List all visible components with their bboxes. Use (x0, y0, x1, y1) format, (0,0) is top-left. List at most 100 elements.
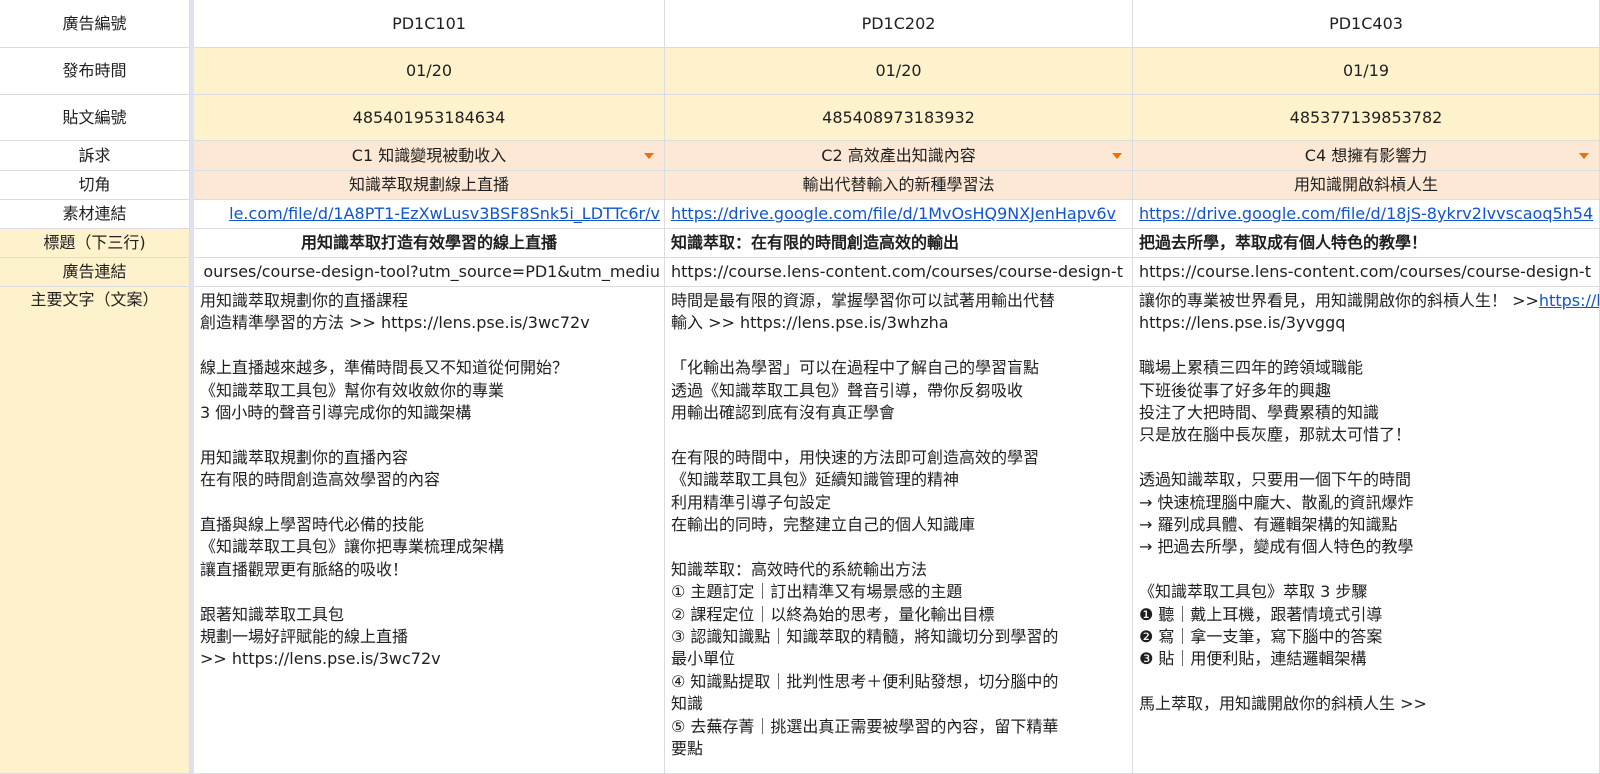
main-text-line (671, 335, 1058, 357)
row-label-ad-link[interactable]: 廣告連結 (0, 258, 190, 287)
main-text-line (671, 536, 1058, 558)
main-text-line: ⑤ 去蕪存菁｜挑選出真正需要被學習的內容，留下精華 (671, 716, 1059, 736)
angle-cell[interactable]: 用知識開啟斜槓人生 (1133, 171, 1600, 200)
main-text-line: >> https://lens.pse.is/3wc72v (200, 649, 441, 669)
row-label-angle[interactable]: 切角 (0, 171, 190, 200)
row-label-ad-id[interactable]: 廣告編號 (0, 0, 190, 48)
main-text-line: 在有限的時間創造高效學習的內容 (200, 470, 441, 490)
main-text-body: 讓你的專業被世界看見，用知識開啟你的斜槓人生！ >> https://lens.p… (1139, 290, 1539, 716)
material-link[interactable]: le.com/file/d/1A8PT1-EzXwLusv3BSF8Snk5i_… (229, 204, 660, 224)
main-text-line: 《知識萃取工具包》讓你把專業梳理成架構 (200, 537, 505, 557)
main-text-line: 《知識萃取工具包》延續知識管理的精神 (671, 470, 960, 490)
ad-id-cell[interactable]: PD1C101 (194, 0, 665, 48)
dropdown-arrow-icon[interactable] (1579, 152, 1589, 159)
main-text-cell[interactable]: 時間是最有限的資源，掌握學習你可以試著用輸出代替 輸入 >> https://le… (665, 287, 1133, 774)
main-text-line: 下班後從事了好多年的興趣 (1139, 380, 1332, 400)
main-text-line: 直播與線上學習時代必備的技能 (200, 515, 425, 535)
main-text-line (200, 492, 590, 514)
main-text-line: ❷ 寫｜拿一支筆，寫下腦中的答案 (1139, 627, 1383, 647)
main-text-line: ① 主題訂定｜訂出精準又有場景感的主題 (671, 582, 963, 602)
main-text-line: 《知識萃取工具包》幫你有效收斂你的專業 (200, 380, 505, 400)
material-link-cell[interactable]: https://drive.google.com/file/d/18jS-8yk… (1133, 200, 1600, 229)
main-text-line: 職場上累積三四年的跨領域職能 (1139, 358, 1364, 378)
material-link-cell[interactable]: https://drive.google.com/file/d/1MvOsHQ9… (665, 200, 1133, 229)
main-text-line: 時間是最有限的資源，掌握學習你可以試著用輸出代替 (671, 291, 1056, 310)
appeal-value: C4 想擁有影響力 (1304, 145, 1428, 165)
main-text-line: 讓你的專業被世界看見，用知識開啟你的斜槓人生！ >> (1139, 291, 1539, 310)
main-text-line: ③ 認識知識點｜知識萃取的精髓，將知識切分到學習的 (671, 627, 1059, 647)
publish-time-cell[interactable]: 01/20 (665, 48, 1133, 95)
main-text-line: 知識 (671, 694, 704, 714)
title-cell[interactable]: 把過去所學，萃取成有個人特色的教學！ (1133, 229, 1600, 258)
main-text-line: 3 個小時的聲音引導完成你的知識架構 (200, 403, 472, 423)
main-text-line: → 把過去所學，變成有個人特色的教學 (1139, 537, 1414, 557)
main-text-line: 利用精準引導子句設定 (671, 492, 832, 512)
appeal-dropdown-cell[interactable]: C1 知識變現被動收入 (194, 141, 665, 171)
main-text-line: → 羅列成具體、有邏輯架構的知識點 (1139, 515, 1398, 535)
main-text-line: ❸ 貼｜用便利貼，連結邏輯架構 (1139, 649, 1367, 669)
appeal-value: C1 知識變現被動收入 (351, 145, 507, 165)
main-text-line: 用知識萃取規劃你的直播內容 (200, 447, 409, 467)
material-link[interactable]: https://drive.google.com/file/d/1MvOsHQ9… (671, 204, 1116, 224)
main-text-line (200, 335, 590, 357)
main-text-line (1139, 671, 1539, 693)
main-text-line: 知識萃取：高效時代的系統輸出方法 (671, 559, 928, 579)
main-text-line (1139, 335, 1539, 357)
row-label-material-link[interactable]: 素材連結 (0, 200, 190, 229)
main-text-line: 線上直播越來越多，準備時間長又不知道從何開始？ (200, 358, 569, 378)
row-label-appeal[interactable]: 訴求 (0, 141, 190, 171)
main-text-line: → 快速梳理腦中龐大、散亂的資訊爆炸 (1139, 492, 1414, 512)
ad-id-cell[interactable]: PD1C202 (665, 0, 1133, 48)
main-text-line: 最小單位 (671, 649, 736, 669)
main-text-line: 在輸出的同時，完整建立自己的個人知識庫 (671, 515, 976, 535)
title-cell[interactable]: 用知識萃取打造有效學習的線上直播 (194, 229, 665, 258)
main-text-line: 馬上萃取，用知識開啟你的斜槓人生 >> (1139, 694, 1427, 714)
main-text-line: 讓直播觀眾更有脈絡的吸收！ (200, 559, 409, 579)
publish-time-cell[interactable]: 01/20 (194, 48, 665, 95)
publish-time-cell[interactable]: 01/19 (1133, 48, 1600, 95)
dropdown-arrow-icon[interactable] (1112, 152, 1122, 159)
main-text-line: ② 課程定位｜以終為始的思考，量化輸出目標 (671, 604, 995, 624)
angle-cell[interactable]: 知識萃取規劃線上直播 (194, 171, 665, 200)
post-id-cell[interactable]: 485401953184634 (194, 95, 665, 141)
main-text-line: 輸入 >> https://lens.pse.is/3whzha (671, 313, 949, 333)
ad-link-cell[interactable]: https://course.lens-content.com/courses/… (665, 258, 1133, 287)
ad-link-cell[interactable]: ourses/course-design-tool?utm_source=PD1… (194, 258, 665, 287)
row-label-title[interactable]: 標題（下三行) (0, 229, 190, 258)
ad-id-cell[interactable]: PD1C403 (1133, 0, 1600, 48)
main-text-cell[interactable]: 用知識萃取規劃你的直播課程創造精準學習的方法 >> https://lens.p… (194, 287, 665, 774)
main-text-line: 用知識萃取規劃你的直播課程 (200, 291, 409, 310)
main-text-body: 用知識萃取規劃你的直播課程創造精準學習的方法 >> https://lens.p… (200, 290, 590, 671)
post-id-cell[interactable]: 485408973183932 (665, 95, 1133, 141)
angle-cell[interactable]: 輸出代替輸入的新種學習法 (665, 171, 1133, 200)
main-text-line: 規劃一場好評賦能的線上直播 (200, 627, 409, 647)
main-text-cell[interactable]: 讓你的專業被世界看見，用知識開啟你的斜槓人生！ >> https://lens.p… (1133, 287, 1600, 774)
row-label-publish-time[interactable]: 發布時間 (0, 48, 190, 95)
main-text-line (200, 581, 590, 603)
main-text-line: 透過知識萃取，只要用一個下午的時間 (1139, 470, 1412, 490)
main-text-line: 創造精準學習的方法 >> https://lens.pse.is/3wc72v (200, 313, 590, 333)
row-label-main-text[interactable]: 主要文字（文案） (0, 287, 190, 774)
row-label-post-id[interactable]: 貼文編號 (0, 95, 190, 141)
material-link[interactable]: https://drive.google.com/file/d/18jS-8yk… (1139, 204, 1593, 224)
post-id-cell[interactable]: 485377139853782 (1133, 95, 1600, 141)
main-text-line: ❶ 聽｜戴上耳機，跟著情境式引導 (1139, 604, 1383, 624)
main-text-line (1139, 447, 1539, 469)
main-text-link[interactable]: https://lens.pse.is/3yvggq (1539, 290, 1599, 312)
main-text-line: 《知識萃取工具包》萃取 3 步驟 (1139, 582, 1368, 602)
spreadsheet-grid: 廣告編號 發布時間 貼文編號 訴求 切角 素材連結 標題（下三行) 廣告連結 主… (0, 0, 1600, 774)
material-link-cell[interactable]: le.com/file/d/1A8PT1-EzXwLusv3BSF8Snk5i_… (194, 200, 665, 229)
main-text-line: 透過《知識萃取工具包》聲音引導，帶你反芻吸收 (671, 380, 1024, 400)
main-text-line: 投注了大把時間、學費累積的知識 (1139, 403, 1380, 423)
dropdown-arrow-icon[interactable] (644, 152, 654, 159)
appeal-dropdown-cell[interactable]: C2 高效產出知識內容 (665, 141, 1133, 171)
appeal-dropdown-cell[interactable]: C4 想擁有影響力 (1133, 141, 1600, 171)
main-text-line (200, 424, 590, 446)
ad-link-cell[interactable]: https://course.lens-content.com/courses/… (1133, 258, 1600, 287)
main-text-line: 「化輸出為學習」可以在過程中了解自己的學習盲點 (671, 358, 1040, 378)
title-cell[interactable]: 知識萃取：在有限的時間創造高效的輸出 (665, 229, 1133, 258)
main-text-line (1139, 559, 1539, 581)
main-text-line: 用輸出確認到底有沒有真正學會 (671, 403, 896, 423)
main-text-line: 只是放在腦中長灰塵，那就太可惜了！ (1139, 425, 1412, 445)
main-text-line: 要點 (671, 739, 704, 759)
